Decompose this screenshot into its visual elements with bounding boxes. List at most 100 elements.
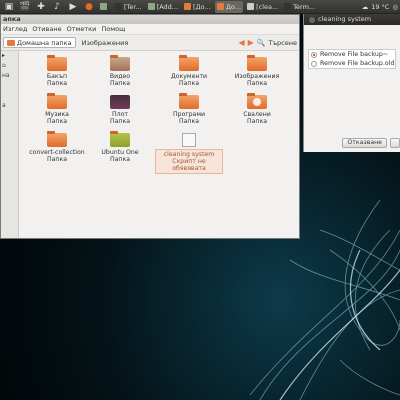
terminal-launcher-icon[interactable]: ▣ — [2, 1, 16, 13]
nav-arrows: ◀ ▶ 🔍 — [238, 38, 265, 47]
item-label-selected: cleaning system Скрипт не обявявата — [155, 149, 223, 174]
options-list: Remove File backup~ Remove File backup.o… — [308, 49, 396, 69]
play-icon[interactable]: ▶ — [66, 1, 80, 13]
sidebar-item[interactable] — [1, 91, 18, 101]
item-type: Папка — [178, 118, 200, 125]
script-item-cleaning-system[interactable]: cleaning system Скрипт не обявявата — [155, 133, 223, 174]
task-terminal-1[interactable]: [Ter... — [113, 1, 144, 13]
task-home-1[interactable]: [До... — [182, 1, 213, 13]
folder-item-music[interactable]: Музика Папка — [23, 93, 91, 125]
option-label: Remove File backup.old — [320, 60, 395, 67]
item-type: Папка — [109, 156, 131, 163]
ubuntu-one-folder-icon — [110, 131, 130, 147]
item-type: Скрипт не обявявата — [172, 158, 206, 172]
window-icon — [147, 3, 155, 10]
downloads-folder-icon — [247, 93, 267, 109]
firefox-icon[interactable]: ● — [82, 1, 96, 13]
breadcrumb-images[interactable]: Изображения — [79, 37, 132, 48]
item-name: Плот — [112, 111, 128, 118]
dialog-title: cleaning system — [318, 15, 372, 23]
temperature-readout[interactable]: 19 °C — [371, 3, 389, 11]
search-icon[interactable]: 🔍 — [257, 39, 266, 47]
folder-icon — [7, 39, 15, 46]
option-label: Remove File backup~ — [320, 51, 389, 58]
forward-arrow-icon[interactable]: ▶ — [248, 38, 254, 47]
sidebar-item[interactable]: ⌂ — [1, 61, 18, 71]
menu-item[interactable]: Отиване — [32, 25, 61, 33]
terminal-icon — [115, 3, 122, 10]
download-arrow-icon — [253, 98, 261, 106]
window-title: апка — [1, 15, 299, 24]
folder-item-downloads[interactable]: Свалени Папка — [223, 93, 291, 125]
task-label: [Ter... — [124, 2, 142, 11]
item-type: Папка — [178, 80, 200, 87]
item-type: Папка — [46, 118, 68, 125]
task-label: Term... — [293, 2, 316, 11]
desktop-folder-icon — [110, 95, 130, 109]
folder-icon — [47, 131, 67, 147]
item-name: Изображения — [234, 73, 280, 80]
breadcrumb-label: Домашна папка — [17, 38, 72, 47]
item-type: Папка — [46, 156, 68, 163]
session-icon[interactable]: ◎ — [392, 3, 398, 11]
task-1[interactable] — [98, 1, 111, 13]
menu-item[interactable]: Изглед — [3, 25, 27, 33]
menu-item[interactable]: Отметки — [67, 25, 97, 33]
option-remove-backup-tilde[interactable]: Remove File backup~ — [309, 50, 395, 59]
breadcrumb-home[interactable]: Домашна папка — [3, 37, 76, 48]
task-label: [До... — [193, 2, 211, 11]
clapper-icon[interactable]: 🎬 — [18, 1, 32, 13]
close-icon[interactable] — [309, 16, 315, 23]
sidebar-item[interactable]: ▸ — [1, 51, 18, 61]
task-add[interactable]: [Add... — [146, 1, 180, 13]
cancel-button[interactable]: Отказване — [342, 138, 387, 148]
item-type: Папка — [109, 80, 131, 87]
plus-icon[interactable]: ✚ — [34, 1, 48, 13]
folder-item-convert-collection[interactable]: convert-collection Папка — [23, 131, 91, 163]
task-home-active[interactable]: До... — [214, 0, 244, 13]
folder-item-ubuntu-one[interactable]: Ubuntu One Папка — [86, 131, 154, 163]
script-document-icon — [182, 133, 196, 147]
task-label: [Add... — [156, 2, 179, 11]
folder-icon — [47, 55, 67, 71]
item-name: Ubuntu One — [101, 149, 139, 156]
folder-item-desktop[interactable]: Плот Папка — [86, 95, 154, 125]
task-cleaning[interactable]: [clea... — [245, 1, 280, 13]
item-type: Папка — [246, 80, 268, 87]
folder-item-backup[interactable]: Бакъп Папка — [23, 55, 91, 87]
item-name: Документи — [170, 73, 208, 80]
menu-item[interactable]: Помощ — [101, 25, 125, 33]
radio-selected-icon[interactable] — [311, 51, 317, 58]
folder-icon — [179, 93, 199, 109]
file-manager-window: апка Изглед Отиване Отметки Помощ Домашн… — [0, 14, 300, 239]
sidebar-item[interactable]: а — [1, 101, 18, 111]
menu-bar: Изглед Отиване Отметки Помощ — [1, 24, 299, 35]
ok-button[interactable] — [390, 138, 400, 148]
task-label: [clea... — [256, 2, 279, 11]
dialog-buttons: Отказване — [308, 138, 400, 148]
item-type: Папка — [109, 118, 131, 125]
option-remove-backup-old[interactable]: Remove File backup.old — [309, 59, 395, 68]
sidebar-item[interactable] — [1, 81, 18, 91]
top-panel: ▣ 🎬 ✚ ♪ ▶ ● [Ter... [Add... [До... До...… — [0, 0, 400, 14]
folder-icon — [247, 55, 267, 71]
note-icon[interactable]: ♪ — [50, 1, 64, 13]
item-name: Бакъп — [46, 73, 68, 80]
folder-item-images[interactable]: Изображения Папка — [223, 55, 291, 87]
folder-icon — [184, 3, 192, 10]
window-icon — [100, 3, 107, 10]
folder-item-videos[interactable]: Видео Папка — [86, 55, 154, 87]
dialog-titlebar: cleaning system — [304, 14, 400, 25]
back-arrow-icon[interactable]: ◀ — [238, 38, 244, 47]
places-sidebar: ▸ ⌂ на а — [1, 51, 19, 238]
radio-icon[interactable] — [311, 60, 317, 67]
item-type: Папка — [246, 118, 268, 125]
folder-item-programs[interactable]: Програми Папка — [155, 93, 223, 125]
weather-icon[interactable]: ☁ — [362, 3, 369, 11]
folder-item-documents[interactable]: Документи Папка — [155, 55, 223, 87]
sidebar-item[interactable]: на — [1, 71, 18, 81]
location-bar: Домашна папка Изображения ◀ ▶ 🔍 Търсене — [1, 35, 299, 51]
search-label[interactable]: Търсене — [268, 39, 299, 47]
task-terminal-2[interactable]: Term... — [282, 1, 317, 13]
file-grid: Бакъп Папка Видео Папка Документи Папка … — [23, 53, 297, 236]
